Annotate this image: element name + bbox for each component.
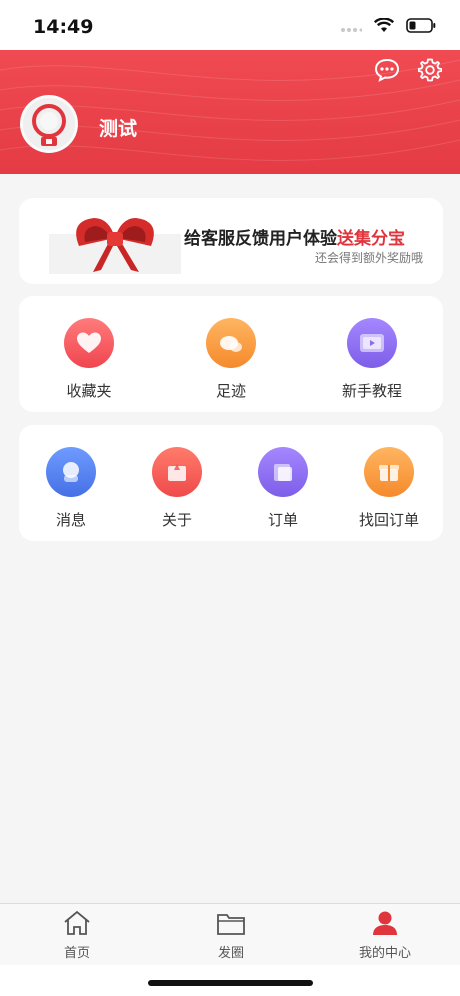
banner-title-main: 给客服反馈用户体验 — [184, 229, 337, 249]
about-icon — [152, 447, 202, 497]
banner-title: 给客服反馈用户体验送集分宝 — [184, 224, 405, 249]
avatar-placeholder-icon — [23, 98, 75, 150]
recover-orders-button[interactable]: 找回订单 — [339, 447, 439, 530]
tab-my-center-label: 我的中心 — [358, 946, 411, 961]
home-icon — [64, 910, 90, 935]
banner-subtitle: 还会得到额外奖励哦 — [314, 251, 423, 265]
gift-box-icon — [364, 447, 414, 497]
quick-actions-row-1: 收藏夹 足迹 新手教程 — [19, 296, 443, 412]
settings-gear-icon[interactable] — [417, 58, 443, 86]
about-button[interactable]: 关于 — [127, 447, 227, 530]
feedback-banner[interactable]: 给客服反馈用户体验送集分宝 还会得到额外奖励哦 — [19, 198, 443, 284]
message-bubble-icon[interactable] — [374, 58, 400, 86]
heart-icon — [64, 318, 114, 368]
tab-circle[interactable]: 发圈 — [176, 910, 286, 961]
tab-circle-label: 发圈 — [217, 946, 244, 961]
tab-my-center[interactable]: 我的中心 — [330, 910, 440, 961]
orders-label: 订单 — [267, 511, 298, 529]
video-icon — [347, 318, 397, 368]
tab-home-label: 首页 — [63, 946, 90, 961]
message-icon — [46, 447, 96, 497]
wifi-icon — [374, 18, 394, 32]
orders-button[interactable]: 订单 — [233, 447, 333, 530]
signal-icon — [341, 27, 362, 32]
quick-actions-row-2: 消息 关于 订单 找回订单 — [19, 425, 443, 541]
gift-ribbon-icon — [49, 218, 181, 274]
status-icons — [340, 18, 436, 33]
bottom-tab-bar: 首页 发圈 我的中心 — [0, 903, 460, 965]
status-time: 14:49 — [33, 16, 94, 38]
battery-icon — [406, 18, 436, 33]
messages-button[interactable]: 消息 — [21, 447, 121, 530]
footprint-icon — [206, 318, 256, 368]
username: 测试 — [99, 118, 138, 140]
recover-orders-label: 找回订单 — [358, 511, 419, 529]
banner-title-highlight: 送集分宝 — [337, 229, 405, 249]
favorites-label: 收藏夹 — [66, 382, 112, 400]
tutorial-label: 新手教程 — [341, 382, 402, 400]
home-indicator[interactable] — [148, 980, 313, 986]
about-label: 关于 — [161, 511, 192, 529]
messages-label: 消息 — [55, 511, 86, 529]
user-icon — [373, 911, 397, 935]
order-icon — [258, 447, 308, 497]
footprints-label: 足迹 — [215, 382, 246, 400]
tab-home[interactable]: 首页 — [22, 910, 132, 961]
home-indicator-area — [0, 965, 460, 996]
avatar[interactable] — [20, 95, 78, 153]
folder-icon — [217, 914, 245, 935]
profile-header: 测试 — [0, 50, 460, 174]
favorites-button[interactable]: 收藏夹 — [39, 318, 139, 401]
tutorial-button[interactable]: 新手教程 — [322, 318, 422, 401]
footprints-button[interactable]: 足迹 — [181, 318, 281, 401]
status-bar: 14:49 — [0, 0, 460, 50]
